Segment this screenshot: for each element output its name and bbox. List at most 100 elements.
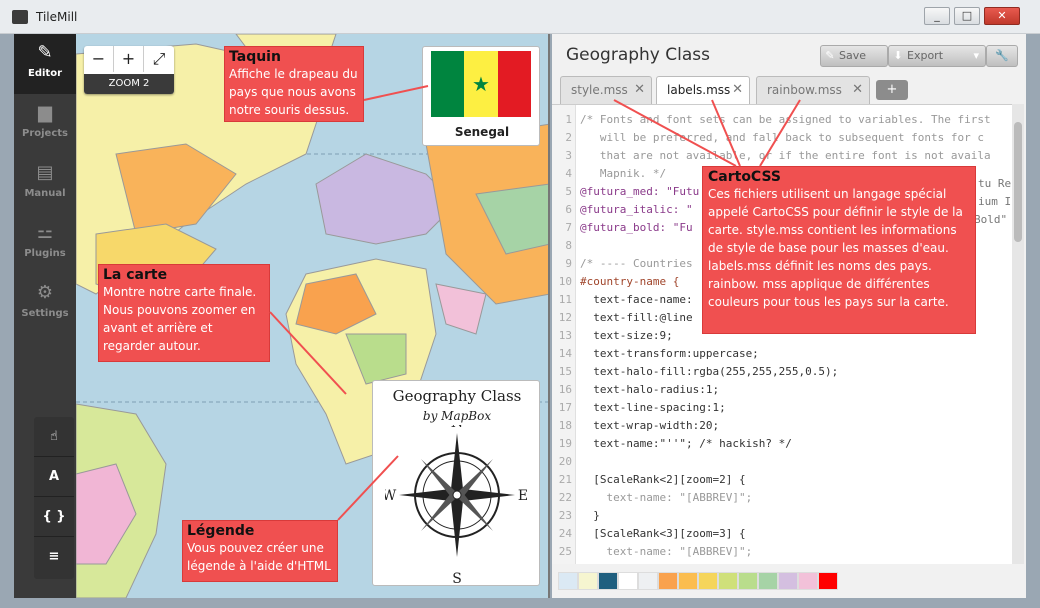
callout-title: Légende xyxy=(187,523,255,539)
code-text: text-size:9; xyxy=(580,329,673,342)
tab-style-mss[interactable]: style.mss ✕ xyxy=(560,76,652,104)
tab-labels-mss[interactable]: labels.mss ✕ xyxy=(656,76,750,106)
zoom-in-button[interactable]: + xyxy=(114,46,144,72)
star-icon: ★ xyxy=(472,72,490,96)
code-line[interactable]: 20 xyxy=(552,453,1012,471)
code-text: [ScaleRank<3][zoom=3] { xyxy=(580,527,746,540)
close-button[interactable]: ✕ xyxy=(984,7,1020,25)
color-swatch[interactable] xyxy=(778,572,798,590)
code-text: /* ---- Countries xyxy=(580,257,693,270)
callout-legende: Légende Vous pouvez créer une légende à … xyxy=(182,520,338,582)
sidebar-item-projects[interactable]: ▆ Projects xyxy=(14,94,76,154)
layers-icon[interactable]: ≡ xyxy=(34,537,74,577)
export-label: Export xyxy=(907,49,944,62)
code-text: } xyxy=(580,509,600,522)
line-number: 12 xyxy=(558,311,572,324)
line-number: 25 xyxy=(558,545,572,558)
code-text: text-name: "[ABBREV]"; xyxy=(580,491,753,504)
line-number: 3 xyxy=(565,149,572,162)
fullscreen-button[interactable]: ⤢ xyxy=(144,46,174,72)
color-swatch[interactable] xyxy=(578,572,598,590)
callout-taquin: Taquin Affiche le drapeau du pays que no… xyxy=(224,46,364,122)
color-swatch[interactable] xyxy=(738,572,758,590)
zoom-out-button[interactable]: − xyxy=(84,46,114,72)
line-number: 13 xyxy=(558,329,572,342)
sidebar-item-settings[interactable]: ⚙ Settings xyxy=(14,274,76,334)
code-line[interactable]: 3 that are not available, or if the enti… xyxy=(552,147,1012,165)
legend-title: Geography Class xyxy=(392,387,522,405)
sidebar-item-plugins[interactable]: ⚍ Plugins xyxy=(14,214,76,274)
code-line[interactable]: 1 /* Fonts and font sets can be assigned … xyxy=(552,111,1012,129)
line-number: 21 xyxy=(558,473,572,486)
color-swatch[interactable] xyxy=(638,572,658,590)
color-swatch[interactable] xyxy=(718,572,738,590)
code-text: that are not available, or if the entire… xyxy=(580,149,991,162)
code-text: will be preferred, and fall back to subs… xyxy=(580,131,984,144)
settings-wrench-button[interactable]: 🔧 xyxy=(986,45,1018,67)
line-number: 18 xyxy=(558,419,572,432)
braces-icon[interactable]: { } xyxy=(34,497,74,537)
callout-body: Ces fichiers utilisent un langage spécia… xyxy=(708,187,963,309)
code-text: text-face-name: xyxy=(580,293,693,306)
close-tab-icon[interactable]: ✕ xyxy=(634,77,645,103)
code-overflow: ium I xyxy=(978,195,1012,208)
code-text: @futura_italic: " xyxy=(580,203,693,216)
line-number: 15 xyxy=(558,365,572,378)
color-swatch[interactable] xyxy=(818,572,838,590)
code-line[interactable]: 24 [ScaleRank<3][zoom=3] { xyxy=(552,525,1012,543)
vertical-scrollbar[interactable] xyxy=(1012,104,1024,564)
callout-body: Affiche le drapeau du pays que nous avon… xyxy=(229,67,358,117)
sidebar-item-manual[interactable]: ▤ Manual xyxy=(14,154,76,214)
code-line[interactable]: 21 [ScaleRank<2][zoom=2] { xyxy=(552,471,1012,489)
color-swatch[interactable] xyxy=(558,572,578,590)
download-icon: ⬇ xyxy=(893,49,903,62)
code-text: Mapnik. */ xyxy=(580,167,667,180)
sidebar-item-label: Settings xyxy=(21,308,69,319)
color-swatch[interactable] xyxy=(758,572,778,590)
gear-icon: ⚙ xyxy=(36,282,54,303)
minimize-button[interactable]: _ xyxy=(924,7,950,25)
sidebar-item-label: Plugins xyxy=(24,248,66,259)
line-number: 4 xyxy=(565,167,572,180)
code-line[interactable]: 23 } xyxy=(552,507,1012,525)
color-swatch[interactable] xyxy=(658,572,678,590)
export-button[interactable]: ⬇ Export ▾ xyxy=(888,45,986,67)
hand-icon[interactable]: ☝ xyxy=(34,417,74,457)
code-line[interactable]: 19 text-name:"''"; /* hackish? */ xyxy=(552,435,1012,453)
code-line[interactable]: 25 text-name: "[ABBREV]"; xyxy=(552,543,1012,561)
color-swatch[interactable] xyxy=(598,572,618,590)
save-button[interactable]: ✎ Save xyxy=(820,45,888,67)
code-text: text-name: "[ABBREV]"; xyxy=(580,545,753,558)
code-line[interactable]: 17 text-line-spacing:1; xyxy=(552,399,1012,417)
map-legend: Geography Class by MapBox N S W E xyxy=(372,380,540,586)
line-number: 1 xyxy=(565,113,572,126)
line-number: 14 xyxy=(558,347,572,360)
code-line[interactable]: 2 will be preferred, and fall back to su… xyxy=(552,129,1012,147)
maximize-button[interactable]: □ xyxy=(954,7,980,25)
wrench-icon: 🔧 xyxy=(995,49,1009,62)
color-swatch[interactable] xyxy=(678,572,698,590)
code-line[interactable]: 14 text-transform:uppercase; xyxy=(552,345,1012,363)
color-swatch[interactable] xyxy=(798,572,818,590)
code-line[interactable]: 15 text-halo-fill:rgba(255,255,255,0.5); xyxy=(552,363,1012,381)
code-line[interactable]: 22 text-name: "[ABBREV]"; xyxy=(552,489,1012,507)
callout-title: CartoCSS xyxy=(708,169,782,185)
color-swatch[interactable] xyxy=(698,572,718,590)
tab-rainbow-mss[interactable]: rainbow.mss ✕ xyxy=(756,76,870,104)
text-icon[interactable]: A xyxy=(34,457,74,497)
line-number: 2 xyxy=(565,131,572,144)
tooltip-panel: ★ Senegal xyxy=(422,46,540,146)
close-tab-icon[interactable]: ✕ xyxy=(852,77,863,103)
close-tab-icon[interactable]: ✕ xyxy=(732,77,743,103)
tooltip-country-name: Senegal xyxy=(454,125,510,139)
add-tab-button[interactable]: + xyxy=(876,80,908,100)
code-line[interactable]: 18 text-wrap-width:20; xyxy=(552,417,1012,435)
zoom-level-label: ZOOM 2 xyxy=(84,74,174,94)
line-number: 17 xyxy=(558,401,572,414)
color-palette xyxy=(558,572,838,590)
sidebar-item-editor[interactable]: ✎ Editor xyxy=(14,34,76,94)
color-swatch[interactable] xyxy=(618,572,638,590)
scroll-thumb[interactable] xyxy=(1014,122,1022,242)
code-line[interactable]: 16 text-halo-radius:1; xyxy=(552,381,1012,399)
compass-west-label: W xyxy=(385,488,397,504)
